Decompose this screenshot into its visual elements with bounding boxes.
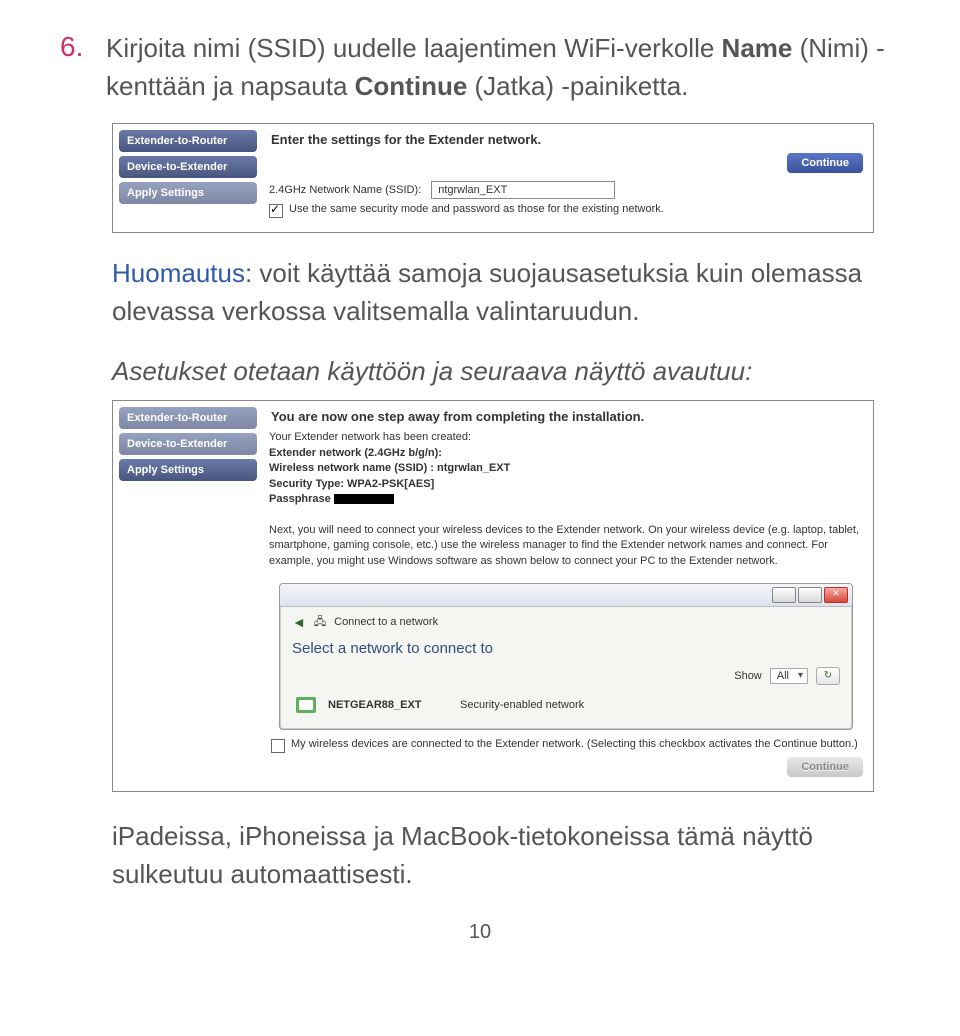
- sidebar-item-apply-settings[interactable]: Apply Settings: [119, 182, 257, 204]
- info-sec: Security Type: WPA2-PSK[AES]: [269, 477, 863, 492]
- ssid-row: 2.4GHz Network Name (SSID): ntgrwlan_EXT: [269, 181, 863, 199]
- continue-button[interactable]: Continue: [787, 153, 863, 173]
- continue-button-disabled: Continue: [787, 757, 863, 777]
- sidebar-item-extender-to-router[interactable]: Extender-to-Router: [119, 407, 257, 429]
- step-text-part: Kirjoita nimi (SSID) uudelle laajentimen…: [106, 33, 722, 63]
- ssid-input[interactable]: ntgrwlan_EXT: [431, 181, 615, 199]
- panel-heading: You are now one step away from completin…: [271, 409, 863, 424]
- refresh-icon[interactable]: ↻: [816, 667, 840, 685]
- note-text: Huomautus: voit käyttää samoja suojausas…: [112, 255, 900, 330]
- window-minimize-icon[interactable]: [772, 587, 796, 603]
- step-name-bold: Name: [722, 33, 793, 63]
- windows-connect-dialog: ◄ 🖧 Connect to a network Select a networ…: [279, 583, 853, 730]
- network-security: Security-enabled network: [460, 699, 584, 711]
- window-close-icon[interactable]: [824, 587, 848, 603]
- connect-label: Connect to a network: [334, 616, 438, 628]
- show-row: Show All ↻: [292, 667, 840, 685]
- ssid-label: 2.4GHz Network Name (SSID):: [269, 184, 421, 196]
- show-dropdown[interactable]: All: [770, 668, 808, 684]
- main-panel: Enter the settings for the Extender netw…: [263, 124, 873, 232]
- next-instructions: Next, you will need to connect your wire…: [269, 523, 863, 569]
- step-continue-bold: Continue: [355, 71, 468, 101]
- net-glyph-icon: 🖧: [314, 613, 326, 632]
- network-name: NETGEAR88_EXT: [328, 699, 448, 711]
- confirm-connected-label: My wireless devices are connected to the…: [291, 738, 858, 750]
- select-heading: Select a network to connect to: [292, 640, 840, 657]
- screenshot-extender-settings: Extender-to-Router Device-to-Extender Ap…: [112, 123, 874, 233]
- sidebar-item-apply-settings[interactable]: Apply Settings: [119, 459, 257, 481]
- info-ext-net: Extender network (2.4GHz b/g/n):: [269, 446, 863, 461]
- sidebar: Extender-to-Router Device-to-Extender Ap…: [113, 124, 263, 232]
- show-label: Show: [734, 670, 762, 682]
- passphrase-redacted: [334, 494, 394, 504]
- network-row[interactable]: NETGEAR88_EXT Security-enabled network: [292, 691, 840, 719]
- step-text-part: (Jatka) -painiketta.: [467, 71, 688, 101]
- network-icon: [296, 697, 316, 713]
- info-block: Your Extender network has been created: …: [269, 430, 863, 569]
- screenshot-apply-settings: Extender-to-Router Device-to-Extender Ap…: [112, 400, 874, 792]
- window-titlebar: [280, 584, 852, 607]
- same-security-label: Use the same security mode and password …: [289, 203, 664, 215]
- back-arrow-icon[interactable]: ◄: [292, 614, 306, 630]
- confirm-connected-checkbox[interactable]: [271, 739, 285, 753]
- sidebar-item-device-to-extender[interactable]: Device-to-Extender: [119, 156, 257, 178]
- info-created: Your Extender network has been created:: [269, 430, 863, 445]
- main-panel: You are now one step away from completin…: [263, 401, 873, 791]
- confirm-connected-row: My wireless devices are connected to the…: [271, 738, 861, 753]
- sidebar-item-extender-to-router[interactable]: Extender-to-Router: [119, 130, 257, 152]
- sidebar-item-device-to-extender[interactable]: Device-to-Extender: [119, 433, 257, 455]
- info-passphrase: Passphrase: [269, 492, 863, 507]
- note-label: Huomautus:: [112, 258, 252, 288]
- window-maximize-icon[interactable]: [798, 587, 822, 603]
- step-text: Kirjoita nimi (SSID) uudelle laajentimen…: [106, 30, 900, 105]
- followup-text: Asetukset otetaan käyttöön ja seuraava n…: [112, 353, 900, 391]
- sidebar: Extender-to-Router Device-to-Extender Ap…: [113, 401, 263, 791]
- same-security-checkbox[interactable]: [269, 204, 283, 218]
- passphrase-label: Passphrase: [269, 493, 331, 505]
- footer-text: iPadeissa, iPhoneissa ja MacBook-tietoko…: [112, 818, 900, 893]
- info-ssid: Wireless network name (SSID) : ntgrwlan_…: [269, 461, 863, 476]
- panel-heading: Enter the settings for the Extender netw…: [271, 132, 863, 147]
- window-breadcrumb: ◄ 🖧 Connect to a network: [292, 613, 840, 632]
- page-number: 10: [60, 921, 900, 944]
- same-security-row: Use the same security mode and password …: [269, 203, 863, 218]
- step-number: 6.: [60, 30, 88, 64]
- step-6: 6. Kirjoita nimi (SSID) uudelle laajenti…: [60, 30, 900, 105]
